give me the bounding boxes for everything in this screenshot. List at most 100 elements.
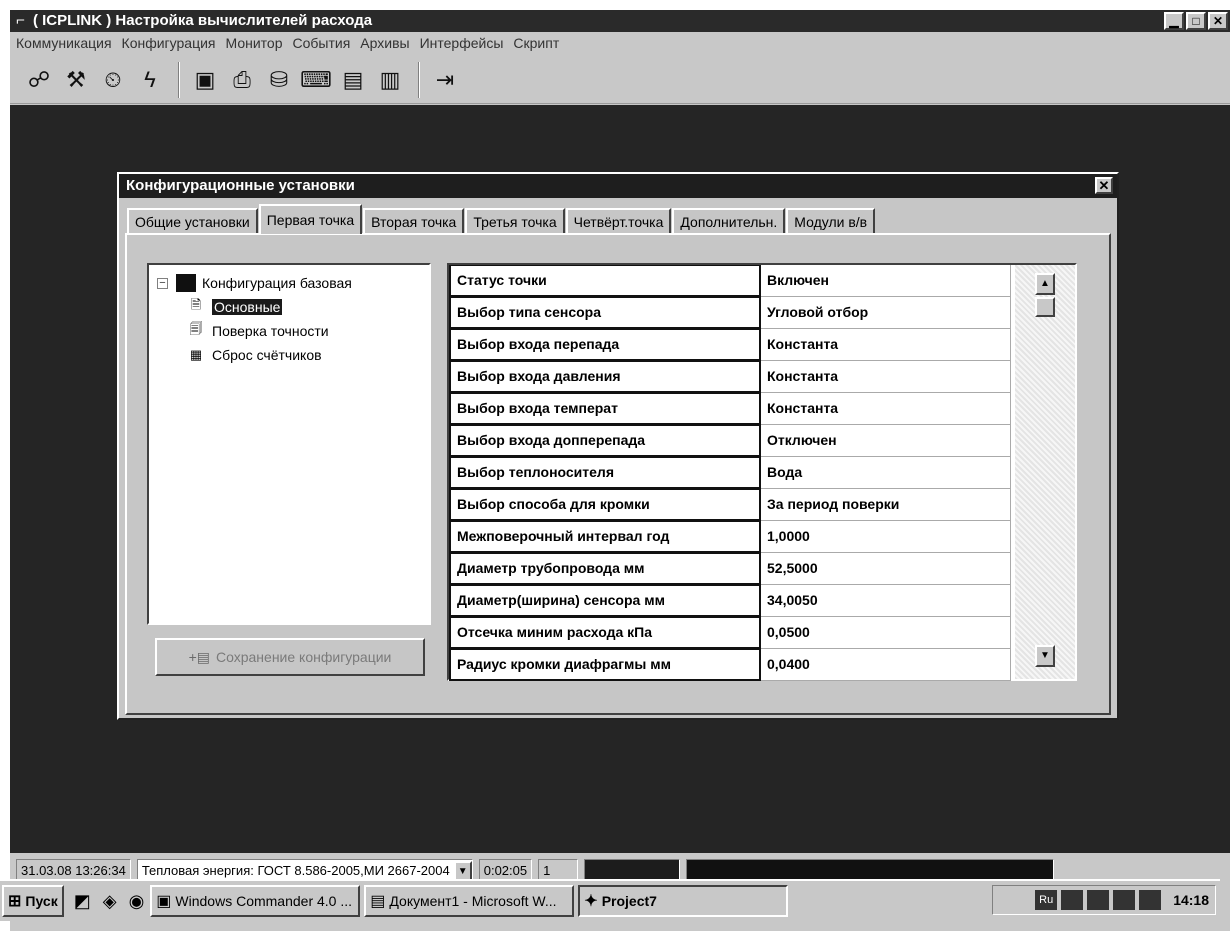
property-value[interactable]: Вода [761,457,1011,489]
tab-strip: Общие установки Первая точка Вторая точк… [127,204,876,234]
clock[interactable]: 14:18 [1173,892,1209,908]
lightning-icon[interactable]: ϟ [133,63,167,97]
folder-icon [176,274,196,292]
property-value[interactable]: 1,0000 [761,521,1011,553]
exit-icon[interactable]: ⇥ [428,63,462,97]
menu-interfaces[interactable]: Интерфейсы [420,35,504,51]
windows-logo-icon: ⊞ [8,893,22,910]
monitor-tray-icon[interactable] [1113,890,1136,910]
property-value[interactable]: 52,5000 [761,553,1011,585]
config-tree: − Конфигурация базовая 🗎 Основные 🗐 Пове… [147,263,431,625]
property-row[interactable]: Радиус кромки диафрагмы мм 0,0400 [449,649,1075,681]
property-value[interactable]: Отключен [761,425,1011,457]
save-config-button[interactable]: +▤ Сохранение конфигурации [155,638,425,676]
menu-monitor[interactable]: Монитор [226,35,283,51]
tree-item-accuracy[interactable]: 🗐 Поверка точности [153,319,425,343]
property-row[interactable]: Выбор теплоносителя Вода [449,457,1075,489]
menu-script[interactable]: Скрипт [513,35,559,51]
tab-point-2[interactable]: Вторая точка [363,208,465,234]
task-word-document[interactable]: ▤ Документ1 - Microsoft W... [364,885,575,917]
computer-icon[interactable]: ⌨ [299,63,333,97]
property-row[interactable]: Выбор входа перепада Константа [449,329,1075,361]
property-value[interactable]: Константа [761,329,1011,361]
tree-root[interactable]: − Конфигурация базовая [153,271,425,295]
property-grid: Статус точки Включен Выбор типа сенсора Уг… [447,263,1077,681]
start-button[interactable]: ⊞ Пуск [2,885,64,917]
word-icon: ▤ [370,893,386,910]
task-project7[interactable]: ✦ Project7 [578,885,789,917]
property-value[interactable]: За период поверки [761,489,1011,521]
property-value[interactable]: Константа [761,393,1011,425]
property-key: Выбор входа давления [449,361,761,393]
property-row[interactable]: Выбор входа допперепада Отключен [449,425,1075,457]
tree-item-label: Поверка точности [212,323,329,339]
monitor-icon[interactable]: ▣ [188,63,222,97]
property-row[interactable]: Статус точки Включен [449,265,1075,297]
archive-edit-icon[interactable]: ▥ [373,63,407,97]
vb-icon: ✦ [584,893,598,910]
scroll-up-icon[interactable]: ▲ [1035,273,1055,295]
language-indicator[interactable]: Ru [1035,890,1058,910]
close-button[interactable]: ✕ [1208,12,1228,30]
printer-icon[interactable]: ⎙ [225,63,259,97]
menu-communication[interactable]: Коммуникация [16,35,112,51]
scroll-thumb[interactable] [1035,297,1055,317]
property-row[interactable]: Диаметр трубопровода мм 52,5000 [449,553,1075,585]
property-row[interactable]: Диаметр(ширина) сенсора мм 34,0050 [449,585,1075,617]
property-value[interactable]: 0,0500 [761,617,1011,649]
tab-additional[interactable]: Дополнительн. [672,208,786,234]
tree-root-label: Конфигурация базовая [202,275,352,291]
quicklaunch-desktop-icon[interactable]: ◩ [74,891,91,912]
tree-item-label: Сброс счётчиков [212,347,322,363]
tab-point-1[interactable]: Первая точка [258,204,363,234]
menu-configuration[interactable]: Конфигурация [122,35,216,51]
quicklaunch-browser-icon[interactable]: ◉ [129,891,145,912]
task-label: Project7 [601,893,657,909]
toolbar: ☍ ⚒ ⏲ ϟ ▣ ⎙ ⛁ ⌨ ▤ ▥ ⇥ [10,56,1230,104]
tree-item-reset-counters[interactable]: ▦ Сброс счётчиков [153,343,425,367]
save-config-label: Сохранение конфигурации [216,649,392,665]
property-row[interactable]: Межповерочный интервал год 1,0000 [449,521,1075,553]
task-windows-commander[interactable]: ▣ Windows Commander 4.0 ... [150,885,361,917]
network-icon[interactable] [1061,890,1084,910]
property-value[interactable]: Угловой отбор [761,297,1011,329]
maximize-button[interactable]: □ [1186,12,1206,30]
dialog-close-button[interactable]: ✕ [1095,177,1113,194]
tab-general[interactable]: Общие установки [127,208,258,234]
toolbar-separator [178,61,180,98]
floppy-icon: ▣ [156,893,172,910]
tools-icon[interactable]: ⚒ [59,63,93,97]
tab-point-4[interactable]: Четвёрт.точка [565,208,672,234]
property-key: Межповерочный интервал год [449,521,761,553]
clock-icon[interactable]: ⏲ [96,63,130,97]
scroll-down-icon[interactable]: ▼ [1035,645,1055,667]
archive-icon[interactable]: ▤ [336,63,370,97]
property-row[interactable]: Выбор типа сенсора Угловой отбор [449,297,1075,329]
vertical-scrollbar[interactable]: ▲ ▼ [1015,265,1075,679]
menu-archives[interactable]: Архивы [360,35,409,51]
check-document-icon: 🗐 [189,321,203,336]
property-row[interactable]: Выбор входа давления Константа [449,361,1075,393]
communication-icon[interactable]: ☍ [22,63,56,97]
property-key: Выбор теплоносителя [449,457,761,489]
property-value[interactable]: Константа [761,361,1011,393]
menu-events[interactable]: События [292,35,350,51]
tab-io-modules[interactable]: Модули в/в [786,208,876,234]
property-value[interactable]: 0,0400 [761,649,1011,681]
collapse-icon[interactable]: − [157,277,168,289]
tree-item-main[interactable]: 🗎 Основные [153,295,425,319]
tab-point-3[interactable]: Третья точка [465,208,565,234]
volume-icon[interactable] [1087,890,1110,910]
property-row[interactable]: Выбор входа температ Константа [449,393,1075,425]
agent-tray-icon[interactable] [1139,890,1162,910]
property-row[interactable]: Отсечка миним расхода кПа 0,0500 [449,617,1075,649]
chevron-down-icon[interactable]: ▼ [453,861,472,881]
database-icon[interactable]: ⛁ [262,63,296,97]
property-value[interactable]: Включен [761,265,1011,297]
minimize-button[interactable]: ▁ [1164,12,1184,30]
property-row[interactable]: Выбор способа для кромки За период поверк… [449,489,1075,521]
property-value[interactable]: 34,0050 [761,585,1011,617]
tab-panel: − Конфигурация базовая 🗎 Основные 🗐 Пове… [125,233,1111,715]
quicklaunch-explorer-icon[interactable]: ◈ [103,891,117,912]
property-key: Выбор способа для кромки [449,489,761,521]
